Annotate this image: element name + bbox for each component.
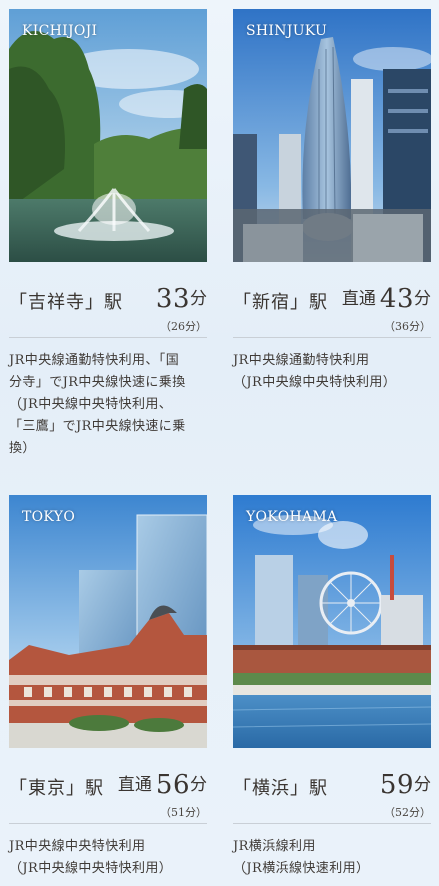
travel-time: 59分	[380, 770, 431, 800]
route-line: JR中央線通勤特快利用、「国	[9, 353, 180, 368]
divider	[9, 823, 207, 824]
route-line: 分寺」でJR中央線快速に乗換	[9, 375, 186, 390]
route-line: 換）	[9, 441, 36, 456]
station-time-row: 「東京」駅 直通 56分 （51分）	[9, 770, 207, 820]
route-line: （JR中央線中央特快利用、	[9, 397, 173, 412]
travel-minutes: 56	[155, 770, 190, 800]
route-description: JR中央線中央特快利用 （JR中央線中央特快利用）	[9, 836, 207, 880]
station-time-row: 「新宿」駅 直通 43分 （36分）	[233, 284, 431, 334]
station-name: 「東京」駅	[9, 778, 104, 799]
photo-label: TOKYO	[22, 509, 76, 525]
station-name: 「新宿」駅	[233, 292, 328, 313]
route-description: JR中央線通勤特快利用 （JR中央線中央特快利用）	[233, 350, 431, 394]
station-card-kichijoji: KICHIJOJI 「吉祥寺」駅 33分 （26分） JR中央線通勤特快利用、「…	[9, 9, 207, 460]
route-line: （JR中央線中央特快利用）	[233, 375, 397, 390]
station-time-row: 「横浜」駅 59分 （52分）	[233, 770, 431, 820]
travel-time: 33分	[156, 284, 207, 314]
tokyo-photo: TOKYO	[9, 495, 207, 748]
direct-label: 直通	[117, 775, 152, 795]
kichijoji-photo: KICHIJOJI	[9, 9, 207, 262]
photo-label: YOKOHAMA	[246, 509, 338, 525]
alt-travel-time: （26分）	[160, 320, 207, 333]
station-card-shinjuku: SHINJUKU 「新宿」駅 直通 43分 （36分） JR中央線通勤特快利用 （…	[233, 9, 431, 394]
route-line: JR横浜線利用	[233, 839, 316, 854]
minutes-unit: 分	[190, 289, 207, 309]
station-time-row: 「吉祥寺」駅 33分 （26分）	[9, 284, 207, 334]
travel-minutes: 43	[379, 284, 414, 314]
photo-label: SHINJUKU	[246, 23, 328, 39]
travel-minutes: 33	[155, 284, 190, 314]
alt-travel-time: （51分）	[160, 806, 207, 819]
route-line: 「三鷹」でJR中央線快速に乗	[9, 419, 186, 434]
route-line: （JR横浜線快速利用）	[233, 861, 370, 876]
shinjuku-photo: SHINJUKU	[233, 9, 431, 262]
station-card-tokyo: TOKYO 「東京」駅 直通 56分 （51分） JR中央線中央特快利用 （JR中…	[9, 495, 207, 880]
route-line: JR中央線中央特快利用	[9, 839, 146, 854]
divider	[233, 823, 431, 824]
harbor-skyline-image	[233, 495, 431, 748]
skyscraper-image	[233, 9, 431, 262]
station-building-image	[9, 495, 207, 748]
station-name: 「横浜」駅	[233, 778, 328, 799]
minutes-unit: 分	[190, 775, 207, 795]
minutes-unit: 分	[414, 289, 431, 309]
station-name: 「吉祥寺」駅	[9, 292, 123, 313]
route-description: JR中央線通勤特快利用、「国 分寺」でJR中央線快速に乗換 （JR中央線中央特快…	[9, 350, 207, 460]
minutes-unit: 分	[414, 775, 431, 795]
divider	[233, 337, 431, 338]
park-pond-image	[9, 9, 207, 262]
station-card-yokohama: YOKOHAMA 「横浜」駅 59分 （52分） JR横浜線利用 （JR横浜線快…	[233, 495, 431, 880]
travel-time: 直通 43分	[342, 284, 431, 314]
route-description: JR横浜線利用 （JR横浜線快速利用）	[233, 836, 431, 880]
travel-minutes: 59	[379, 770, 414, 800]
alt-travel-time: （52分）	[384, 806, 431, 819]
yokohama-photo: YOKOHAMA	[233, 495, 431, 748]
route-line: （JR中央線中央特快利用）	[9, 861, 173, 876]
direct-label: 直通	[341, 289, 376, 309]
alt-travel-time: （36分）	[384, 320, 431, 333]
divider	[9, 337, 207, 338]
route-line: JR中央線通勤特快利用	[233, 353, 370, 368]
travel-time: 直通 56分	[118, 770, 207, 800]
photo-label: KICHIJOJI	[22, 23, 98, 39]
